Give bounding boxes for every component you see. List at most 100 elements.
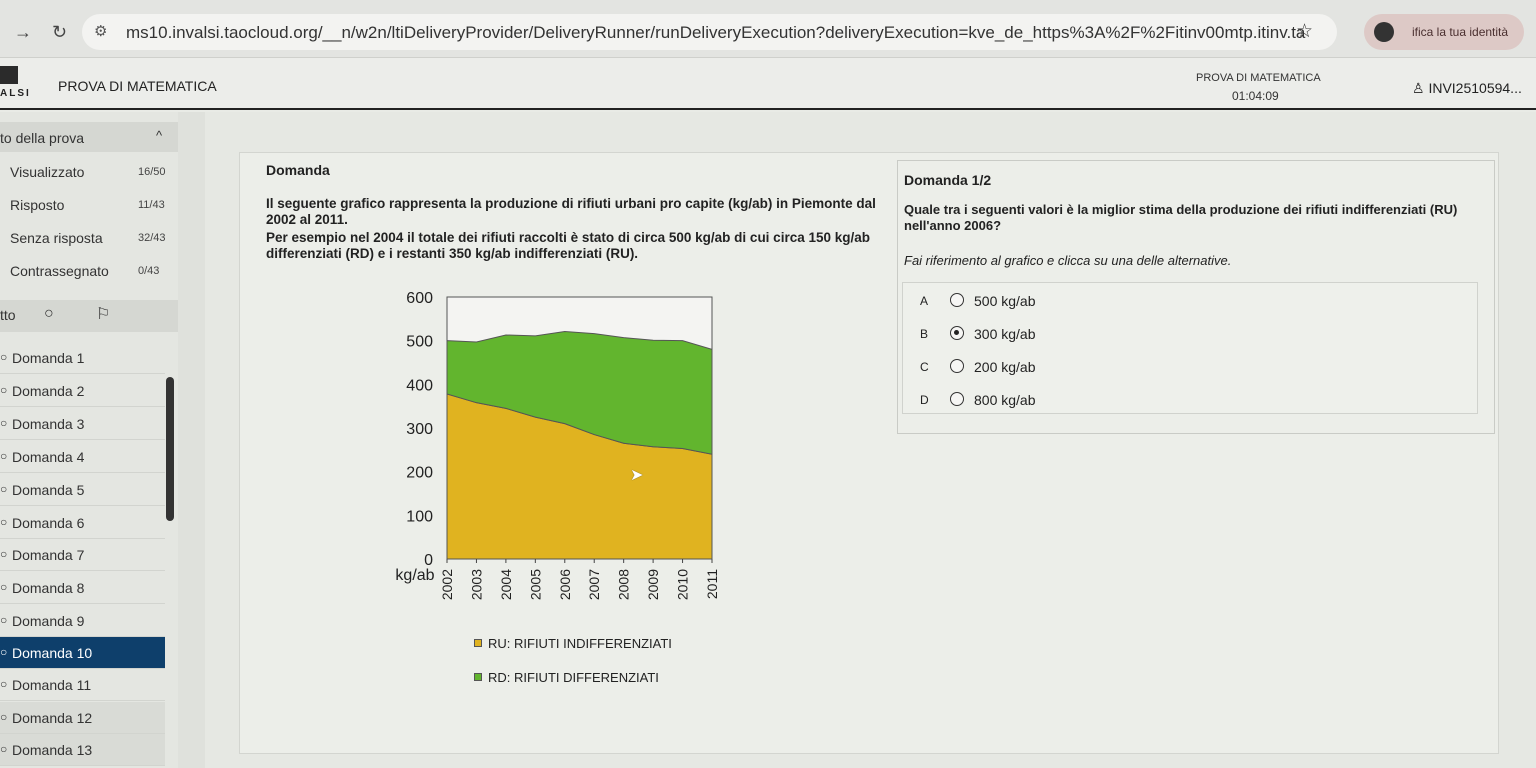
y-tick-label: 600 bbox=[406, 290, 433, 307]
question-status-icon: ○ bbox=[0, 449, 8, 463]
choice-letter: D bbox=[920, 393, 929, 407]
y-tick-label: 300 bbox=[406, 421, 433, 438]
question-item-9[interactable]: ○ Domanda 9 bbox=[0, 605, 165, 637]
choice-a[interactable]: A 500 kg/ab bbox=[912, 288, 1212, 314]
flag-icon[interactable]: ⚐ bbox=[96, 304, 110, 324]
question-label: Domanda 13 bbox=[12, 742, 93, 758]
sidebar: to della prova ^ Visualizzato 16/50 Risp… bbox=[0, 112, 205, 768]
choice-label: 500 kg/ab bbox=[974, 293, 1036, 309]
choice-letter: C bbox=[920, 360, 929, 374]
user-id-label: INVI2510594... bbox=[1428, 80, 1522, 96]
y-tick-label: 400 bbox=[406, 377, 433, 394]
question-item-2[interactable]: ○ Domanda 2 bbox=[0, 375, 165, 407]
stat-label: Senza risposta bbox=[10, 230, 103, 246]
logo-mark bbox=[0, 66, 18, 84]
x-tick-label: 2011 bbox=[704, 569, 720, 599]
url-text[interactable]: ms10.invalsi.taocloud.org/__n/w2n/ltiDel… bbox=[126, 23, 1306, 43]
x-tick-label: 2008 bbox=[616, 569, 632, 600]
choice-d[interactable]: D 800 kg/ab bbox=[912, 387, 1212, 413]
filter-all-label[interactable]: tto bbox=[0, 307, 16, 323]
radio-button[interactable] bbox=[950, 359, 964, 373]
question-item-1[interactable]: ○ Domanda 1 bbox=[0, 342, 165, 374]
choice-letter: B bbox=[920, 327, 929, 341]
stimulus-paragraph-2: Per esempio nel 2004 il totale dei rifiu… bbox=[266, 230, 870, 261]
question-item-6[interactable]: ○ Domanda 6 bbox=[0, 507, 165, 539]
question-status-icon: ○ bbox=[0, 645, 8, 659]
stat-value: 0/43 bbox=[138, 265, 160, 277]
stat-value: 16/50 bbox=[138, 166, 166, 178]
question-item-12[interactable]: ○ Domanda 12 bbox=[0, 702, 165, 734]
choice-b[interactable]: B 300 kg/ab bbox=[912, 321, 1212, 347]
radio-button[interactable] bbox=[950, 392, 964, 406]
legend-swatch-ru bbox=[474, 639, 482, 647]
question-label: Domanda 1 bbox=[12, 350, 85, 366]
sidebar-scrollbar[interactable] bbox=[166, 377, 174, 521]
question-hint: Fai riferimento al grafico e clicca su u… bbox=[904, 253, 1232, 268]
bookmark-star-icon[interactable]: ☆ bbox=[1296, 20, 1313, 43]
question-label: Domanda 11 bbox=[12, 677, 92, 693]
legend-label-rd: RD: RIFIUTI DIFFERENZIATI bbox=[488, 670, 659, 685]
panel-header[interactable]: to della prova ^ bbox=[0, 122, 178, 152]
browser-toolbar: → ↻ ⚙ ms10.invalsi.taocloud.org/__n/w2n/… bbox=[0, 0, 1536, 58]
radio-button-selected[interactable] bbox=[950, 326, 964, 340]
choice-label: 800 kg/ab bbox=[974, 392, 1036, 408]
question-label: Domanda 4 bbox=[12, 449, 85, 465]
x-tick-label: 2002 bbox=[439, 569, 455, 600]
stat-visited: Visualizzato 16/50 bbox=[0, 156, 178, 188]
choice-letter: A bbox=[920, 294, 929, 308]
site-settings-icon[interactable]: ⚙ bbox=[94, 22, 107, 40]
x-tick-label: 2004 bbox=[498, 569, 514, 600]
question-prompt: Quale tra i seguenti valori è la miglior… bbox=[904, 202, 1458, 233]
stat-unanswered: Senza risposta 32/43 bbox=[0, 222, 178, 254]
app-header: ALSI PROVA DI MATEMATICA PROVA DI MATEMA… bbox=[0, 58, 1536, 110]
user-icon: ♙ bbox=[1412, 80, 1429, 96]
choice-label: 200 kg/ab bbox=[974, 359, 1036, 375]
filter-row: tto ○ ⚐ bbox=[0, 300, 178, 332]
y-tick-label: 200 bbox=[406, 465, 433, 482]
question-item-4[interactable]: ○ Domanda 4 bbox=[0, 441, 165, 473]
choice-label: 300 kg/ab bbox=[974, 326, 1036, 342]
question-label: Domanda 2 bbox=[12, 383, 85, 399]
forward-icon[interactable]: → bbox=[14, 22, 32, 43]
question-item-7[interactable]: ○ Domanda 7 bbox=[0, 539, 165, 571]
question-label: Domanda 9 bbox=[12, 613, 85, 629]
question-label: Domanda 3 bbox=[12, 416, 85, 432]
stat-value: 11/43 bbox=[138, 199, 165, 211]
question-item-10[interactable]: ○ Domanda 10 bbox=[0, 637, 165, 669]
question-item-3[interactable]: ○ Domanda 3 bbox=[0, 408, 165, 440]
question-label: Domanda 7 bbox=[12, 547, 85, 563]
question-item-8[interactable]: ○ Domanda 8 bbox=[0, 572, 165, 604]
question-item-5[interactable]: ○ Domanda 5 bbox=[0, 474, 165, 506]
y-tick-label: 100 bbox=[406, 508, 433, 525]
timer: 01:04:09 bbox=[1232, 89, 1279, 103]
question-number: Domanda 1/2 bbox=[904, 172, 992, 188]
verify-identity-button[interactable]: ifica la tua identità bbox=[1364, 14, 1524, 50]
address-bar[interactable]: ⚙ ms10.invalsi.taocloud.org/__n/w2n/ltiD… bbox=[82, 14, 1337, 50]
stat-label: Risposto bbox=[10, 197, 65, 213]
x-tick-label: 2009 bbox=[645, 569, 661, 600]
choice-c[interactable]: C 200 kg/ab bbox=[912, 354, 1212, 380]
y-tick-label: 500 bbox=[406, 334, 433, 351]
question-label: Domanda 12 bbox=[12, 710, 93, 726]
panel-title: to della prova bbox=[0, 130, 85, 146]
stat-label: Contrassegnato bbox=[10, 263, 109, 279]
question-label: Domanda 5 bbox=[12, 482, 85, 498]
stat-label: Visualizzato bbox=[10, 164, 85, 180]
user-id[interactable]: ♙ INVI2510594... bbox=[1412, 80, 1522, 97]
question-item-13[interactable]: ○ Domanda 13 bbox=[0, 734, 165, 766]
radio-button[interactable] bbox=[950, 293, 964, 307]
reload-icon[interactable]: ↻ bbox=[52, 22, 67, 43]
question-status-icon: ○ bbox=[0, 482, 8, 496]
question-label: Domanda 8 bbox=[12, 580, 85, 596]
chevron-up-icon[interactable]: ^ bbox=[156, 128, 162, 143]
y-axis-label: kg/ab bbox=[395, 567, 434, 584]
question-item-11[interactable]: ○ Domanda 11 bbox=[0, 669, 165, 701]
question-status-icon: ○ bbox=[0, 383, 8, 397]
test-name: PROVA DI MATEMATICA bbox=[1196, 72, 1321, 84]
area-chart: 0100200300400500600kg/ab 2002 2003 2004 2005… bbox=[395, 290, 720, 600]
filter-unanswered-icon[interactable]: ○ bbox=[44, 305, 54, 323]
x-tick-label: 2010 bbox=[675, 569, 691, 600]
legend-label-ru: RU: RIFIUTI INDIFFERENZIATI bbox=[488, 636, 672, 651]
verify-identity-label: ifica la tua identità bbox=[1412, 25, 1509, 39]
x-tick-label: 2005 bbox=[527, 569, 543, 600]
